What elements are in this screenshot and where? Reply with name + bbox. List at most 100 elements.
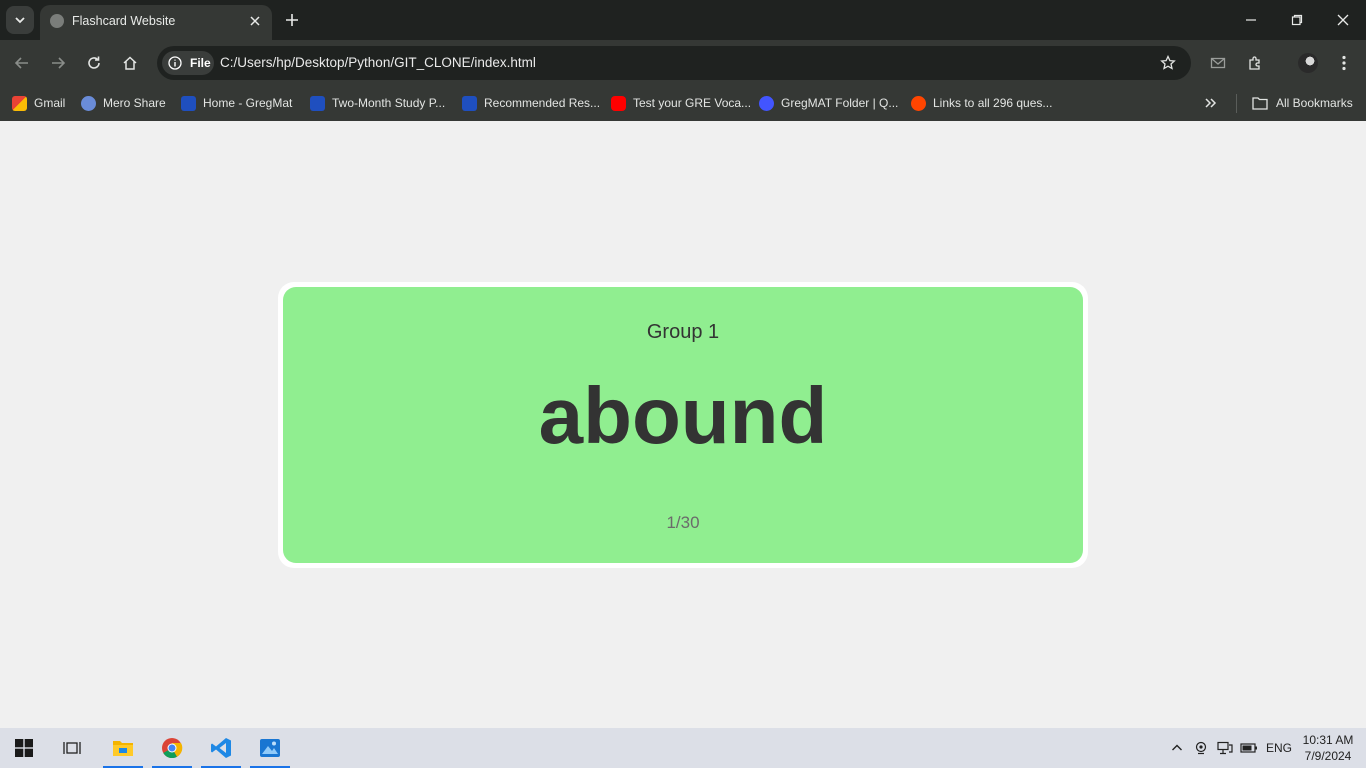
windows-logo-icon (15, 739, 33, 757)
quizlet-icon (759, 95, 774, 111)
flashcard-frame: Group 1 abound 1/30 (278, 282, 1088, 568)
bookmark-star-button[interactable] (1156, 51, 1180, 75)
bookmark-label: Two-Month Study P... (332, 96, 446, 110)
url-text[interactable]: C:/Users/hp/Desktop/Python/GIT_CLONE/ind… (220, 55, 536, 70)
puzzle-icon (1249, 56, 1260, 70)
gregmat-icon (310, 95, 325, 111)
new-tab-button[interactable] (282, 10, 302, 30)
chevron-up-icon (1172, 744, 1182, 751)
bookmark-recommended-res[interactable]: Recommended Res... (462, 93, 600, 113)
bookmark-label: Recommended Res... (484, 96, 601, 110)
youtube-icon (611, 95, 626, 111)
all-bookmarks-button[interactable]: All Bookmarks (1252, 93, 1353, 113)
more-vertical-icon (1342, 55, 1346, 71)
browser-menu-button[interactable] (1332, 51, 1356, 75)
folder-icon (113, 741, 133, 756)
gmail-icon (12, 95, 27, 111)
bookmark-mero-share[interactable]: Mero Share (81, 93, 166, 113)
flashcard-word: abound (538, 371, 828, 460)
bookmark-label: Gmail (34, 96, 66, 110)
bookmark-gregmat-folder[interactable]: GregMAT Folder | Q... (759, 93, 898, 113)
language-indicator[interactable]: ENG (1266, 741, 1292, 755)
bookmark-label: Mero Share (103, 96, 166, 110)
home-icon (123, 56, 137, 70)
photos-icon (260, 739, 280, 757)
clock-time: 10:31 AM (1302, 733, 1354, 747)
bookmark-label: Home - GregMat (203, 96, 293, 110)
network-tray-button[interactable] (1215, 738, 1235, 758)
bookmarks-divider (1236, 94, 1237, 113)
minimize-icon (1246, 19, 1256, 21)
battery-tray-button[interactable] (1239, 738, 1259, 758)
all-bookmarks-label: All Bookmarks (1276, 96, 1353, 110)
back-button[interactable] (10, 51, 34, 75)
chrome-icon (162, 738, 183, 759)
start-button[interactable] (4, 728, 44, 768)
gregmat-icon (462, 95, 477, 111)
mero-share-icon (81, 95, 96, 111)
browser-tab[interactable]: Flashcard Website (40, 5, 272, 40)
reload-icon (88, 56, 100, 69)
vscode-app[interactable] (201, 728, 241, 768)
close-icon (250, 16, 260, 26)
forward-button[interactable] (46, 51, 70, 75)
site-info-label: File (190, 56, 211, 70)
browser-toolbar: File C:/Users/hp/Desktop/Python/GIT_CLON… (0, 40, 1366, 86)
star-icon (1160, 55, 1176, 70)
minimize-button[interactable] (1239, 8, 1263, 32)
restore-button[interactable] (1285, 8, 1309, 32)
system-clock[interactable]: 10:31 AM 7/9/2024 (1298, 732, 1358, 764)
bookmark-label: GregMAT Folder | Q... (781, 96, 899, 110)
network-icon (1217, 741, 1233, 755)
tab-search-button[interactable] (6, 6, 34, 34)
bookmark-two-month-study[interactable]: Two-Month Study P... (310, 93, 445, 113)
info-icon (168, 56, 182, 70)
file-explorer-app[interactable] (103, 728, 143, 768)
windows-taskbar: ENG 10:31 AM 7/9/2024 (0, 728, 1366, 768)
extension-mail-button[interactable] (1206, 51, 1230, 75)
double-chevron-right-icon (1205, 98, 1217, 108)
reload-button[interactable] (82, 51, 106, 75)
task-view-icon (63, 742, 81, 754)
home-button[interactable] (118, 51, 142, 75)
bookmark-links-296[interactable]: Links to all 296 ques... (911, 93, 1052, 113)
vscode-icon (211, 738, 231, 758)
tab-close-button[interactable] (246, 12, 264, 30)
meet-now-tray-button[interactable] (1191, 738, 1211, 758)
globe-icon (50, 14, 64, 28)
gregmat-icon (181, 95, 196, 111)
mail-icon (1210, 57, 1226, 69)
close-icon (1337, 14, 1349, 26)
browser-title-bar: Flashcard Website (0, 0, 1366, 40)
address-bar[interactable]: File C:/Users/hp/Desktop/Python/GIT_CLON… (157, 46, 1191, 80)
clock-date: 7/9/2024 (1304, 749, 1352, 763)
battery-icon (1240, 743, 1257, 753)
site-info-chip[interactable]: File (162, 51, 214, 75)
bookmarks-bar: Gmail Mero Share Home - GregMat Two-Mont… (0, 86, 1366, 121)
close-window-button[interactable] (1331, 8, 1355, 32)
card-counter: 1/30 (666, 513, 700, 532)
tab-title: Flashcard Website (72, 14, 176, 28)
bookmark-label: Links to all 296 ques... (933, 96, 1053, 110)
show-hidden-icons-button[interactable] (1167, 738, 1187, 758)
task-view-button[interactable] (52, 728, 92, 768)
bookmark-label: Test your GRE Voca... (633, 96, 752, 110)
flashcard[interactable]: Group 1 abound 1/30 (283, 287, 1083, 563)
arrow-right-icon (52, 57, 66, 69)
profile-button[interactable] (1296, 51, 1320, 75)
bookmark-test-gre-vocab[interactable]: Test your GRE Voca... (611, 93, 751, 113)
chrome-app[interactable] (152, 728, 192, 768)
extensions-button[interactable] (1243, 51, 1267, 75)
chevron-down-icon (15, 17, 25, 24)
bookmarks-overflow-button[interactable] (1204, 93, 1218, 113)
photos-app[interactable] (250, 728, 290, 768)
arrow-left-icon (14, 57, 28, 69)
plus-icon (286, 14, 298, 26)
bookmark-home-gregmat[interactable]: Home - GregMat (181, 93, 292, 113)
reddit-icon (911, 95, 926, 111)
bookmark-gmail[interactable]: Gmail (12, 93, 65, 113)
restore-icon (1291, 14, 1303, 26)
folder-icon (1252, 97, 1268, 110)
group-label: Group 1 (646, 321, 720, 343)
camera-icon (1195, 741, 1207, 755)
